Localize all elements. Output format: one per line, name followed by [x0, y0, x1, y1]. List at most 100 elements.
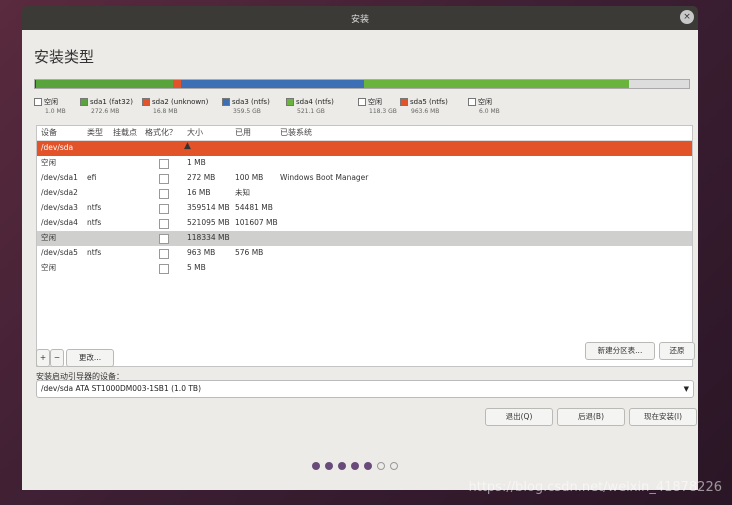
cell-device: /dev/sda2 [41, 188, 78, 197]
chevron-down-icon: ▼ [683, 385, 689, 393]
legend-swatch [468, 98, 476, 106]
progress-dot [325, 462, 333, 470]
cell-type: ntfs [87, 218, 102, 227]
format-checkbox[interactable] [159, 234, 169, 244]
legend-label: sda4 (ntfs) [296, 98, 334, 106]
page-title: 安装类型 [34, 48, 95, 66]
quit-button[interactable]: 退出(Q) [485, 408, 553, 426]
header-type[interactable]: 类型 [87, 126, 103, 140]
legend-swatch [400, 98, 408, 106]
legend-item: sda4 (ntfs) 521.1 GB [286, 98, 334, 116]
progress-dots [312, 462, 398, 470]
partition-table: 设备 类型 挂载点 格式化？ 大小 已用 已装系统 /dev/sda 空闲 1 MB… [36, 125, 693, 367]
legend-label: sda3 (ntfs) [232, 98, 270, 106]
revert-button[interactable]: 还原 [659, 342, 695, 360]
table-body: /dev/sda 空闲 1 MB/dev/sda1 efi 272 MB 100 MB Wi… [37, 141, 692, 276]
legend-size: 963.6 MB [411, 108, 440, 115]
legend-label: 空闲 [478, 98, 492, 106]
installer-window: 安装类型 空闲 1.0 MB sda1 (fat32) 272.6 MB sda2 (u… [22, 30, 698, 490]
window-titlebar: 安装 × [22, 6, 698, 30]
back-button[interactable]: 后退(B) [557, 408, 625, 426]
header-device[interactable]: 设备 [41, 126, 57, 140]
legend-label: sda2 (unknown) [152, 98, 209, 106]
cell-size: 5 MB [187, 263, 206, 272]
cell-device: 空闲 [41, 158, 56, 167]
progress-dot [312, 462, 320, 470]
format-checkbox[interactable] [159, 204, 169, 214]
legend-item: 空闲 1.0 MB [34, 98, 66, 116]
disk-segment [35, 80, 173, 88]
table-row[interactable]: /dev/sda3 ntfs 359514 MB 54481 MB [37, 201, 692, 216]
cell-used: 100 MB [235, 173, 264, 182]
legend-size: 6.0 MB [479, 108, 500, 115]
progress-dot [351, 462, 359, 470]
format-checkbox[interactable] [159, 174, 169, 184]
close-icon[interactable]: × [680, 10, 694, 24]
table-row[interactable]: 空闲 5 MB [37, 261, 692, 276]
format-checkbox[interactable] [159, 219, 169, 229]
cell-size: 521095 MB [187, 218, 230, 227]
cell-size: 118334 MB [187, 233, 230, 242]
cell-type: ntfs [87, 203, 102, 212]
remove-partition-button[interactable]: − [50, 349, 64, 367]
format-checkbox[interactable] [159, 159, 169, 169]
header-mount[interactable]: 挂载点 [113, 126, 137, 140]
cell-system: Windows Boot Manager [280, 173, 369, 182]
table-row[interactable]: 空闲 1 MB [37, 156, 692, 171]
progress-dot [390, 462, 398, 470]
legend-size: 16.8 MB [153, 108, 178, 115]
cell-size: 1 MB [187, 158, 206, 167]
cell-size: 359514 MB [187, 203, 230, 212]
cell-device: /dev/sda3 [41, 203, 78, 212]
legend-swatch [34, 98, 42, 106]
table-header: 设备 类型 挂载点 格式化？ 大小 已用 已装系统 [37, 126, 692, 141]
legend-swatch [286, 98, 294, 106]
boot-device-select[interactable]: /dev/sda ATA ST1000DM003-1SB1 (1.0 TB) ▼ [36, 380, 694, 398]
install-now-button[interactable]: 现在安装(I) [629, 408, 697, 426]
header-system[interactable]: 已装系统 [280, 126, 312, 140]
disk-segment [364, 80, 629, 88]
watermark: https://blog.csdn.net/weixin_41878226 [468, 480, 722, 495]
table-row[interactable]: /dev/sda1 efi 272 MB 100 MB Windows Boot Man… [37, 171, 692, 186]
legend-label: 空闲 [368, 98, 382, 106]
disk-usage-bar [34, 79, 690, 89]
cell-device: 空闲 [41, 263, 56, 272]
legend-swatch [80, 98, 88, 106]
header-used[interactable]: 已用 [235, 126, 251, 140]
cell-type: efi [87, 173, 97, 182]
table-row[interactable]: 空闲 118334 MB [37, 231, 692, 246]
legend-swatch [222, 98, 230, 106]
new-partition-table-button[interactable]: 新建分区表... [585, 342, 655, 360]
mouse-cursor-icon: ▲ [184, 141, 191, 151]
legend-item: 空闲 6.0 MB [468, 98, 500, 116]
legend-item: sda5 (ntfs) 963.6 MB [400, 98, 448, 116]
header-format[interactable]: 格式化？ [145, 126, 177, 140]
cell-device: /dev/sda1 [41, 173, 78, 182]
legend-item: sda1 (fat32) 272.6 MB [80, 98, 133, 116]
legend-size: 272.6 MB [91, 108, 120, 115]
table-row[interactable]: /dev/sda2 16 MB 未知 [37, 186, 692, 201]
legend-item: sda3 (ntfs) 359.5 GB [222, 98, 270, 116]
table-row[interactable]: /dev/sda [37, 141, 692, 156]
legend-label: 空闲 [44, 98, 58, 106]
cell-size: 272 MB [187, 173, 216, 182]
table-row[interactable]: /dev/sda5 ntfs 963 MB 576 MB [37, 246, 692, 261]
progress-dot [338, 462, 346, 470]
header-size[interactable]: 大小 [187, 126, 203, 140]
disk-segment [181, 80, 365, 88]
window-title: 安装 [350, 14, 369, 25]
legend-size: 359.5 GB [233, 108, 261, 115]
cell-device: /dev/sda [41, 143, 74, 152]
cell-used: 101607 MB [235, 218, 278, 227]
change-partition-button[interactable]: 更改... [66, 349, 114, 367]
format-checkbox[interactable] [159, 189, 169, 199]
format-checkbox[interactable] [159, 264, 169, 274]
disk-segment [628, 80, 689, 88]
table-row[interactable]: /dev/sda4 ntfs 521095 MB 101607 MB [37, 216, 692, 231]
boot-device-value: /dev/sda ATA ST1000DM003-1SB1 (1.0 TB) [41, 384, 201, 393]
format-checkbox[interactable] [159, 249, 169, 259]
cell-size: 16 MB [187, 188, 211, 197]
add-partition-button[interactable]: + [36, 349, 50, 367]
legend-swatch [358, 98, 366, 106]
cell-device: /dev/sda5 [41, 248, 78, 257]
